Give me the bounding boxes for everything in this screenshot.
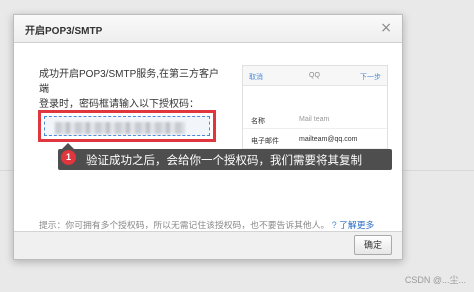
phone-row-key: 电子邮件	[251, 138, 279, 145]
dialog-footer: 确定	[14, 231, 402, 259]
auth-code-field[interactable]	[44, 116, 210, 136]
dialog-title: 开启POP3/SMTP	[25, 26, 103, 37]
close-icon[interactable]: ×	[380, 20, 392, 36]
phone-cancel-label: 取消	[249, 74, 263, 81]
phone-title: QQ	[309, 72, 320, 79]
phone-preview-header: 取消 QQ 下一步	[243, 66, 387, 86]
auth-code-highlight	[38, 110, 216, 142]
phone-row-value: mailteam@qq.com	[299, 136, 358, 143]
phone-row-value: Mail team	[299, 116, 330, 123]
learn-more-link[interactable]: 了解更多	[339, 220, 374, 230]
dialog-header: 开启POP3/SMTP ×	[14, 15, 402, 43]
phone-row-key: 名称	[251, 118, 265, 125]
hint-message: 提示：你可拥有多个授权码，所以无需记住该授权码，也不要告诉其他人。	[39, 220, 330, 230]
auth-code-blurred	[55, 122, 185, 134]
phone-row-name: 名称 Mail team	[243, 112, 387, 129]
intro-text: 成功开启POP3/SMTP服务,在第三方客户端 登录时，密码框请输入以下授权码：	[39, 67, 219, 112]
phone-row-email: 电子邮件 mailteam@qq.com	[243, 132, 387, 149]
ok-button[interactable]: 确定	[354, 235, 392, 255]
phone-next-label: 下一步	[360, 74, 381, 81]
question-icon: ?	[331, 220, 337, 230]
tooltip-text: 验证成功之后，会给你一个授权码，我们需要将其复制	[86, 155, 362, 167]
intro-line-1: 成功开启POP3/SMTP服务,在第三方客户端	[39, 69, 220, 95]
hint-text: 提示：你可拥有多个授权码，所以无需记住该授权码，也不要告诉其他人。 ? 了解更多	[39, 218, 374, 231]
watermark: CSDN @...尘...	[404, 275, 466, 285]
pop3-smtp-dialog: 开启POP3/SMTP × 成功开启POP3/SMTP服务,在第三方客户端 登录…	[13, 14, 403, 260]
step-number-badge: 1	[61, 150, 76, 165]
instruction-tooltip: 验证成功之后，会给你一个授权码，我们需要将其复制	[58, 149, 392, 170]
